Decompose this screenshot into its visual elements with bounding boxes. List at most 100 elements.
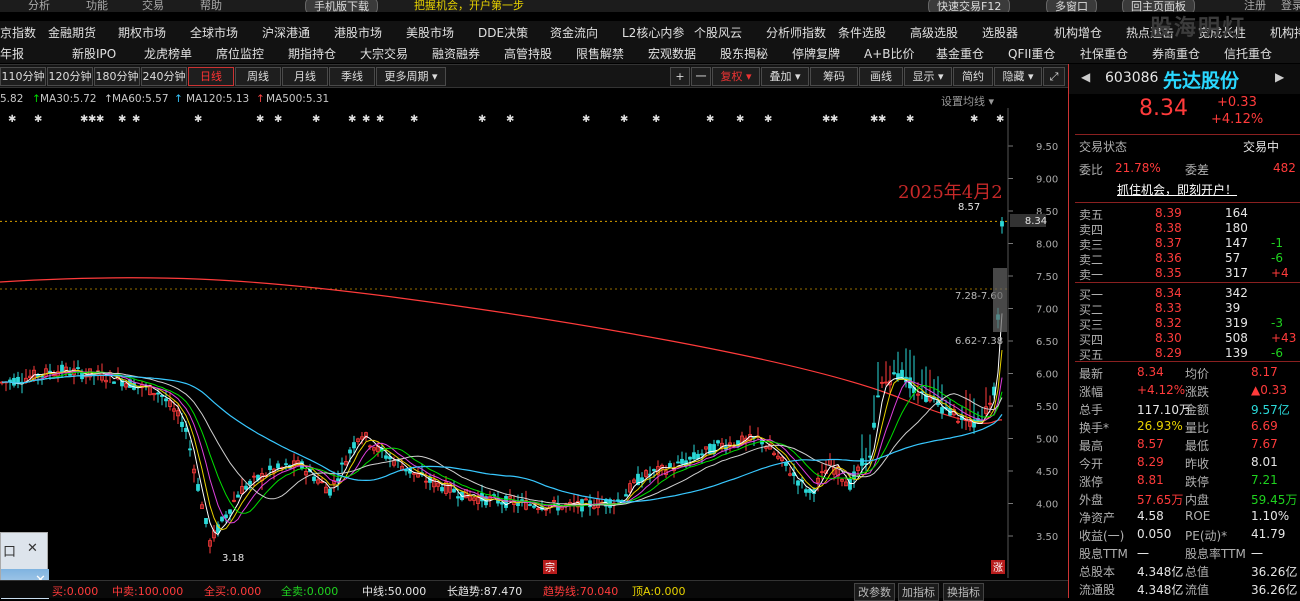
period-month[interactable]: 月线 <box>282 67 328 86</box>
axis-tick-label: 6.50 <box>1036 337 1058 348</box>
menu-row1-item[interactable]: 高级选股 <box>910 24 958 41</box>
menu-row1-item[interactable]: 个股风云 <box>694 24 742 41</box>
login-link[interactable]: 登录 <box>1281 0 1300 12</box>
asks-price: 8.37 <box>1155 236 1182 250</box>
menu-row1-item[interactable]: L2核心内参 <box>622 24 684 41</box>
menu-row2-item[interactable]: 期指持仓 <box>288 45 336 62</box>
multi-window-button[interactable]: 多窗口 <box>1046 0 1097 12</box>
menu-row2-item[interactable]: 大宗交易 <box>360 45 408 62</box>
hide-dropdown[interactable]: 隐藏 ▾ <box>994 67 1042 86</box>
star-marker: ✱ <box>830 114 838 125</box>
menu-row2-item[interactable]: QFII重仓 <box>1008 45 1055 62</box>
candle-body <box>876 395 880 398</box>
asks-row[interactable]: 卖一 8.35 317 +4 <box>1075 266 1300 282</box>
prev-stock-icon[interactable]: ◀ <box>1081 70 1090 84</box>
more-periods-dropdown[interactable]: 更多周期 ▾ <box>376 67 446 86</box>
period-240min[interactable]: 240分钟 <box>141 67 187 86</box>
menu-row1-item[interactable]: 资金流向 <box>550 24 598 41</box>
kline-chart[interactable]: 9.509.008.508.007.507.006.506.005.505.00… <box>0 108 1068 578</box>
chips-button[interactable]: 筹码 <box>810 67 858 86</box>
chart-scrollbar[interactable] <box>993 268 1007 332</box>
menu-row2-item[interactable]: 龙虎榜单 <box>144 45 192 62</box>
asks-row[interactable]: 卖四 8.38 180 <box>1075 221 1300 237</box>
ma-lines <box>1 313 1003 536</box>
menu-row1-item[interactable]: 金融期货 <box>48 24 96 41</box>
menu-row1-item[interactable]: 选股器 <box>982 24 1018 41</box>
asks-row[interactable]: 卖二 8.36 57 -6 <box>1075 251 1300 267</box>
bids-row[interactable]: 买五 8.29 139 -6 <box>1075 346 1300 362</box>
menu-row2-item[interactable]: 新股IPO <box>72 45 116 62</box>
menu-row2-item[interactable]: 席位监控 <box>216 45 264 62</box>
top-menu-strip: 分析 功能 交易 帮助 手机版下载 把握机会，开户第一步 快速交易F12 多窗口… <box>0 0 1300 12</box>
period-110min[interactable]: 110分钟 <box>0 67 46 86</box>
menu-row2-item[interactable]: A+B比价 <box>864 45 915 62</box>
menu-row1-item[interactable]: 全球市场 <box>190 24 238 41</box>
add-indicator-tab[interactable]: 加指标 <box>898 583 939 601</box>
quick-trade-button[interactable]: 快速交易F12 <box>928 0 1011 12</box>
star-marker: ✱ <box>410 114 418 125</box>
bids-row[interactable]: 买二 8.33 39 <box>1075 301 1300 317</box>
menu-row1-item[interactable]: 沪深港通 <box>262 24 310 41</box>
menu-row1-item[interactable]: 期权市场 <box>118 24 166 41</box>
menu-row1-item[interactable]: 京指数 <box>0 24 36 41</box>
open-account-link[interactable]: 抓住机会，即刻开户！ <box>1117 181 1237 198</box>
stat-row: 总股本 4.348亿 总值 36.26亿 <box>1075 563 1300 579</box>
promo-link[interactable]: 把握机会，开户第一步 <box>414 0 524 12</box>
ma60-line <box>1 372 1003 506</box>
bids-row[interactable]: 买一 8.34 342 <box>1075 286 1300 302</box>
stat-label: 流值 <box>1185 583 1210 597</box>
period-day[interactable]: 日线 <box>188 67 234 86</box>
zoom-out-button[interactable]: 一 <box>691 67 711 86</box>
menu-row1-item[interactable]: 条件选股 <box>838 24 886 41</box>
set-ma-dropdown[interactable]: 设置均线 ▾ <box>941 93 994 109</box>
menu-analysis[interactable]: 分析 <box>28 0 50 12</box>
overlay-dropdown[interactable]: 叠加 ▾ <box>761 67 809 86</box>
bids-row[interactable]: 买四 8.30 508 +43 <box>1075 331 1300 347</box>
draw-line-button[interactable]: 画线 <box>859 67 903 86</box>
register-link[interactable]: 注册 <box>1244 0 1266 12</box>
menu-row1-item[interactable]: 机构增仓 <box>1054 24 1102 41</box>
indicator-value-5: 中线:50.000 <box>362 585 427 598</box>
menu-trade[interactable]: 交易 <box>142 0 164 12</box>
simple-button[interactable]: 简约 <box>953 67 993 86</box>
fuquan-dropdown[interactable]: 复权 ▾ <box>712 67 760 86</box>
period-180min[interactable]: 180分钟 <box>94 67 140 86</box>
menu-row1-item[interactable]: DDE决策 <box>478 24 528 41</box>
ma120-line <box>1 374 1003 503</box>
indicator-bar: 买:0.000 中卖:100.000 全买:0.000 全卖:0.000 中线:… <box>0 580 1068 601</box>
stock-name: 先达股份 <box>1163 70 1240 92</box>
menu-row2-item[interactable]: 社保重仓 <box>1080 45 1128 62</box>
period-quarter[interactable]: 季线 <box>329 67 375 86</box>
menu-row2-item[interactable]: 券商重仓 <box>1152 45 1200 62</box>
zoom-in-button[interactable]: + <box>670 67 690 86</box>
modify-params-tab[interactable]: 改参数 <box>854 583 895 601</box>
menu-row2-item[interactable]: 限售解禁 <box>576 45 624 62</box>
menu-row2-item[interactable]: 年报 <box>0 45 24 62</box>
candle-body <box>440 487 444 492</box>
menu-row1-item[interactable]: 美股市场 <box>406 24 454 41</box>
bids-row[interactable]: 买三 8.32 319 -3 <box>1075 316 1300 332</box>
next-stock-icon[interactable]: ▶ <box>1275 70 1284 84</box>
menu-function[interactable]: 功能 <box>86 0 108 12</box>
asks-volume: 317 <box>1225 266 1248 280</box>
asks-row[interactable]: 卖五 8.39 164 <box>1075 206 1300 222</box>
swap-indicator-tab[interactable]: 换指标 <box>943 583 984 601</box>
mobile-download-button[interactable]: 手机版下载 <box>305 0 378 12</box>
menu-row2-item[interactable]: 高管持股 <box>504 45 552 62</box>
fullscreen-icon[interactable]: ⤢ <box>1043 67 1065 86</box>
menu-row1-item[interactable]: 分析师指数 <box>766 24 826 41</box>
display-dropdown[interactable]: 显示 ▾ <box>904 67 952 86</box>
menu-row1-item[interactable]: 机构持 <box>1270 24 1300 41</box>
menu-row1-item[interactable]: 港股市场 <box>334 24 382 41</box>
menu-help[interactable]: 帮助 <box>200 0 222 12</box>
menu-row2-item[interactable]: 股东揭秘 <box>720 45 768 62</box>
menu-row2-item[interactable]: 融资融券 <box>432 45 480 62</box>
period-week[interactable]: 周线 <box>235 67 281 86</box>
menu-row2-item[interactable]: 宏观数据 <box>648 45 696 62</box>
period-120min[interactable]: 120分钟 <box>47 67 93 86</box>
menu-row2-item[interactable]: 基金重仓 <box>936 45 984 62</box>
close-icon[interactable]: ✕ <box>27 541 38 556</box>
menu-row2-item[interactable]: 信托重仓 <box>1224 45 1272 62</box>
asks-row[interactable]: 卖三 8.37 147 -1 <box>1075 236 1300 252</box>
menu-row2-item[interactable]: 停牌复牌 <box>792 45 840 62</box>
